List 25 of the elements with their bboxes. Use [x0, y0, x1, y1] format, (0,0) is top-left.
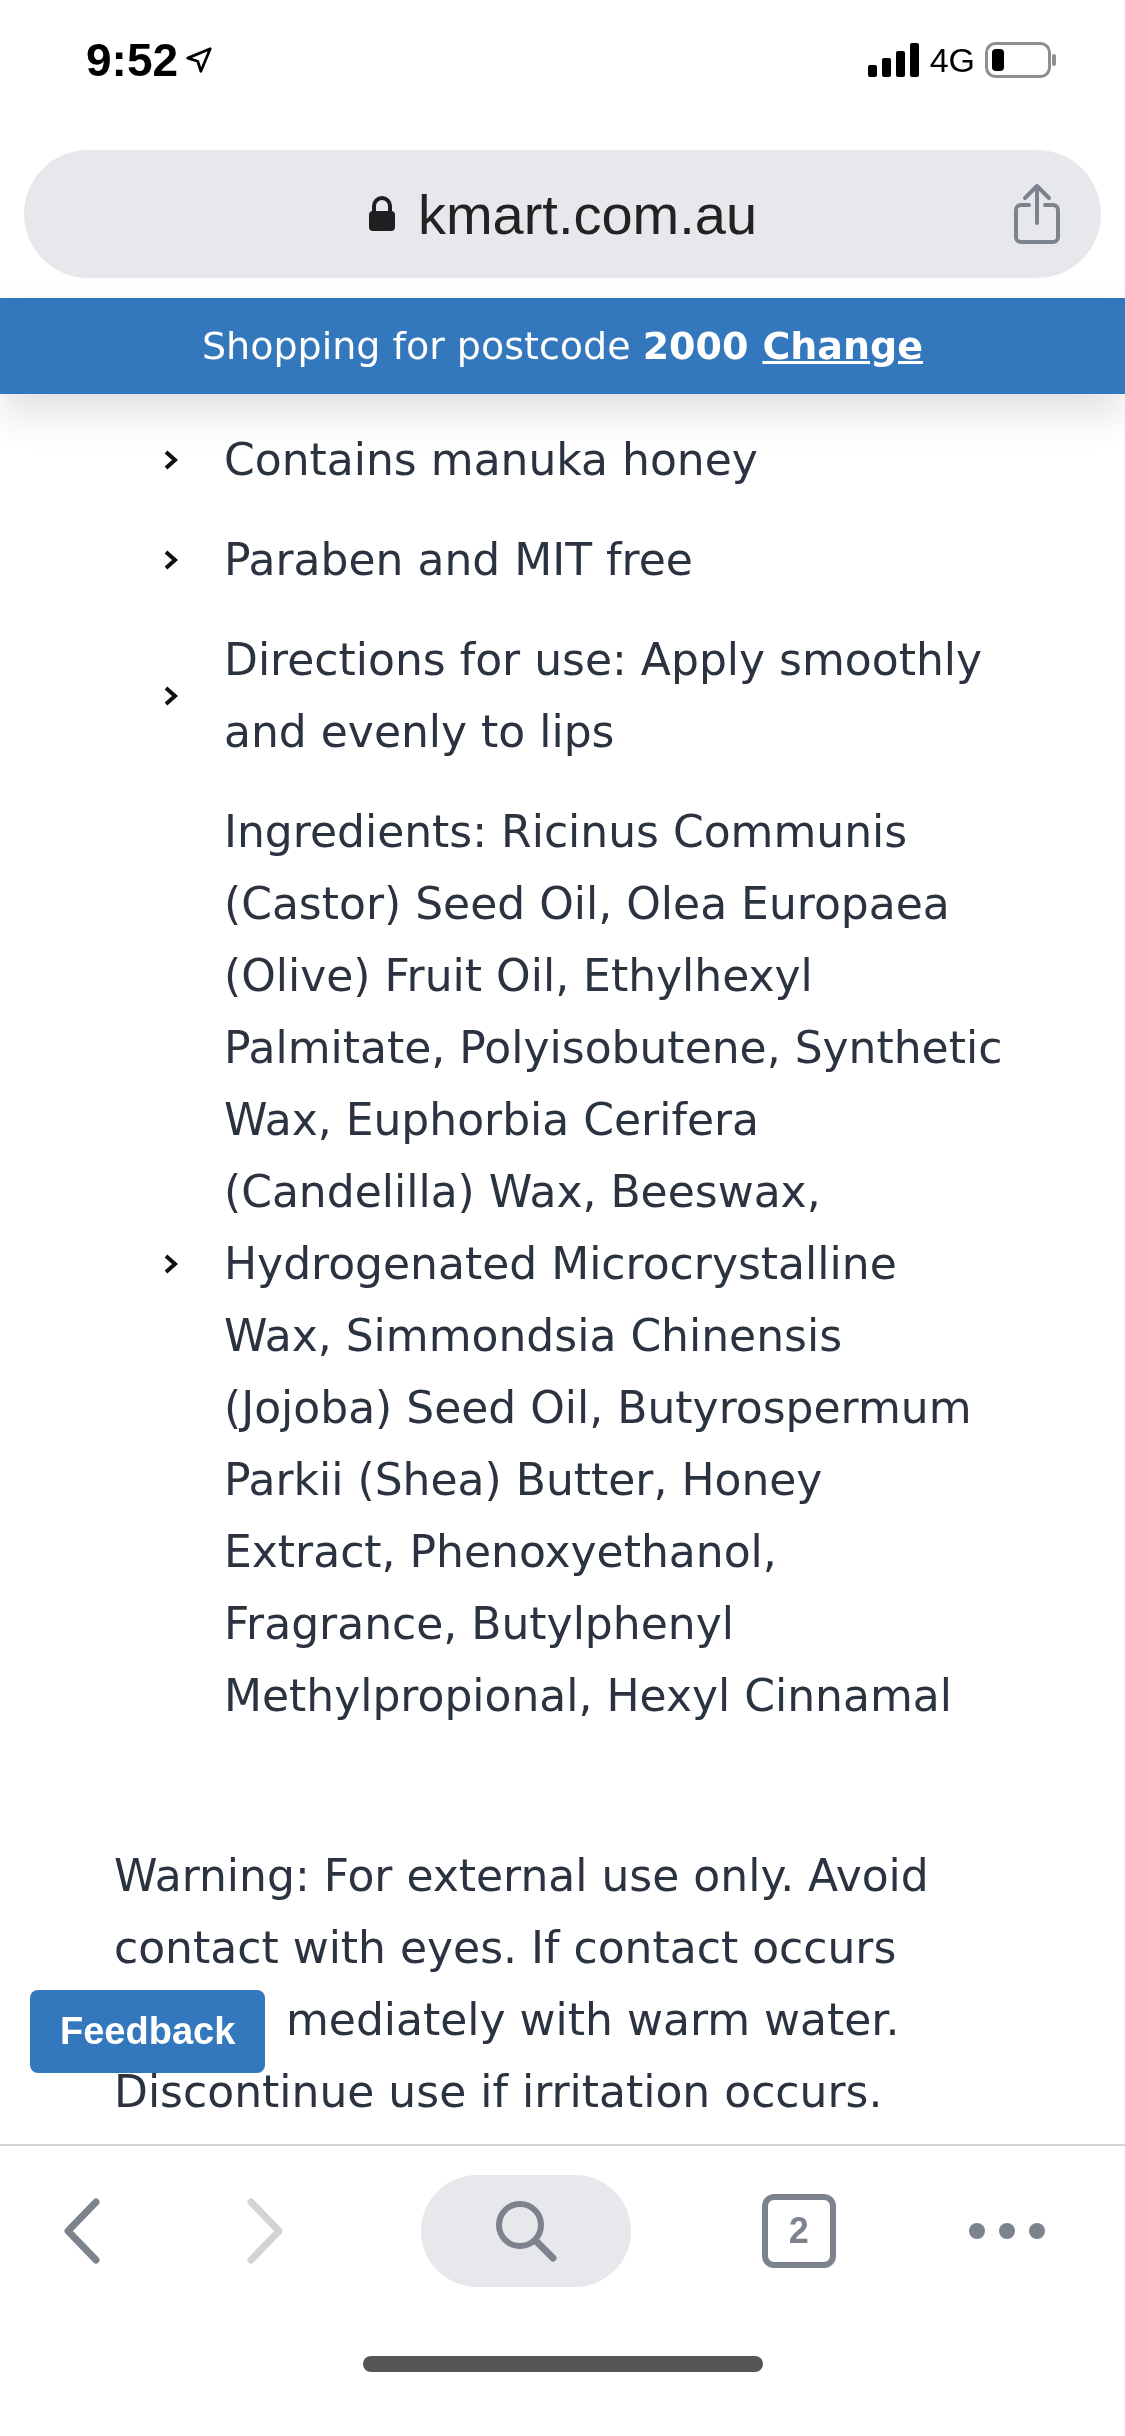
- warning-text: Warning: For external use only. Avoid: [114, 1849, 929, 1903]
- chevron-icon: [162, 548, 180, 572]
- feedback-button[interactable]: Feedback: [30, 1990, 266, 2073]
- address-bar[interactable]: kmart.com.au: [24, 150, 1101, 278]
- bullet-text: Contains manuka honey: [224, 433, 759, 487]
- warning-text: mediately with warm water.: [286, 1993, 900, 2047]
- network-label: 4G: [929, 40, 975, 80]
- status-time: 9:52: [86, 33, 179, 87]
- tabs-button[interactable]: 2: [761, 2194, 836, 2268]
- location-arrow-icon: [184, 45, 215, 75]
- bullet-text: Paraben and MIT free: [224, 533, 694, 587]
- postcode-text: Shopping for postcode 2000: [202, 324, 749, 368]
- share-icon[interactable]: [1013, 183, 1061, 245]
- warning-text: contact with eyes. If contact occurs: [114, 1921, 897, 1975]
- bullet-text: Directions for use: Apply smoothly and evenly to lips: [224, 633, 984, 759]
- bullet-text: Ingredients: Ricinus Communis (Castor) Seed Oil, Olea Europaea (Olive) Fruit Oil, Ethylhexyl Palmitate, Polyisobutene, Synthetic Wax, Euphorbia Cerifera (Candelilla) Wax, Beeswax, Hydrogenated Microcrystalline Wax, Simmondsia Chinensis (Jojoba) Seed Oil, Butyrospermum Parkii (Shea) Butter, Honey Extract, Phenoxyethanol, Fragrance, Butylphenyl Methylpropional, Hexyl Cinnamal: [224, 805, 1004, 1723]
- more-icon[interactable]: [967, 2221, 1047, 2241]
- url-text: kmart.com.au: [417, 181, 758, 247]
- change-link[interactable]: Change: [762, 324, 923, 368]
- chevron-icon: [162, 1252, 180, 1276]
- chevron-icon: [162, 684, 180, 708]
- battery-icon: [985, 42, 1057, 78]
- chevron-icon: [162, 448, 180, 472]
- signal-icon: [867, 43, 920, 77]
- lock-icon: [367, 196, 396, 232]
